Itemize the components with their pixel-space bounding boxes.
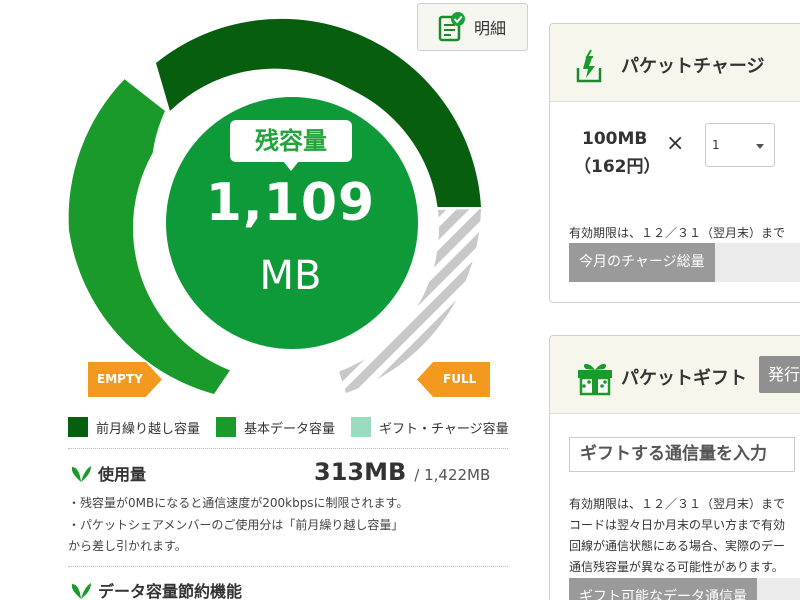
legend-label: ギフト・チャージ容量 bbox=[379, 421, 509, 437]
usage-total: / 1,422MB bbox=[414, 466, 491, 484]
usage-used: 313MB bbox=[314, 458, 407, 486]
remaining-unit: MB bbox=[259, 253, 322, 299]
legend-item-carryover: 前月繰り越し容量 bbox=[68, 417, 200, 437]
legend-item-basic: 基本データ容量 bbox=[216, 417, 335, 437]
usage-note-1: ・残容量が0MBになると通信速度が200kbpsに制限されます。 bbox=[68, 496, 409, 510]
charge-size-price-line: （162円） bbox=[574, 157, 661, 177]
legend-label: 基本データ容量 bbox=[244, 421, 336, 437]
legend-swatch-carryover bbox=[68, 417, 88, 437]
gift-note-line: コードは翌々日か月末の早い方まで有効 bbox=[569, 518, 786, 532]
legend-swatch-basic bbox=[216, 417, 237, 437]
gift-note-line: 回線が通信状態にある場合、実際のデー bbox=[569, 539, 786, 553]
gift-box-icon bbox=[578, 363, 612, 396]
packet-charge-title: パケットチャージ bbox=[621, 56, 765, 77]
chevron-down-icon bbox=[756, 144, 764, 149]
remaining-label-bubble: 残容量 bbox=[230, 120, 352, 171]
gauge-legend: 前月繰り越し容量 基本データ容量 ギフト・チャージ容量 bbox=[68, 417, 525, 437]
gift-notes: 有効期限は、１２／３１（翌月末）まで コードは翌々日か月末の早い方まで有効 回線… bbox=[569, 494, 800, 578]
charge-size-abs: 100MB （162円） bbox=[574, 125, 661, 181]
legend-label: 前月繰り越し容量 bbox=[96, 421, 201, 437]
divider bbox=[68, 566, 508, 567]
divider bbox=[68, 448, 508, 449]
usage-heading: 使用量 bbox=[70, 461, 146, 485]
usage-note-3: から差し引かれます。 bbox=[68, 539, 187, 553]
legend-swatch-gift bbox=[351, 417, 372, 437]
charge-expiry: 有効期限は、１２／３１（翌月末）まで bbox=[569, 226, 786, 240]
saving-heading: データ容量節約機能 bbox=[70, 578, 242, 600]
gift-available-label: ギフト可能なデータ通信量 bbox=[569, 578, 757, 600]
gift-note-line: 有効期限は、１２／３１（翌月末）まで bbox=[569, 497, 786, 511]
leaf-icon bbox=[71, 466, 91, 482]
gauge-text: 残容量 1,109 MB bbox=[168, 118, 440, 358]
charge-total-label: 今月のチャージ総量 bbox=[569, 243, 715, 282]
packet-gift-title: パケットギフト bbox=[621, 368, 747, 389]
issue-button[interactable]: 発行 bbox=[759, 356, 800, 393]
legend-item-gift: ギフト・チャージ容量 bbox=[351, 417, 509, 437]
usage-title: 使用量 bbox=[98, 465, 147, 484]
gift-note-line: 通信残容量が異なる可能性があります。 bbox=[569, 560, 784, 574]
gift-amount-input[interactable]: ギフトする通信量を入力 bbox=[569, 437, 795, 472]
charge-quantity-value: 1 bbox=[712, 138, 720, 152]
times-sign: × bbox=[666, 131, 685, 156]
usage-value: 313MB / 1,422MB bbox=[314, 458, 490, 486]
charge-size-mb-line: 100MB bbox=[582, 129, 648, 149]
usage-note-2: ・パケットシェアメンバーのご使用分は「前月繰り越し容量」 bbox=[68, 518, 404, 532]
saving-title: データ容量節約機能 bbox=[98, 582, 243, 600]
gift-available-bar: ギフト可能なデータ通信量 bbox=[569, 578, 800, 600]
charge-total-bar: 今月のチャージ総量 bbox=[569, 243, 800, 282]
packet-charge-header: パケットチャージ bbox=[550, 24, 800, 102]
charge-quantity-select[interactable]: 1 bbox=[705, 123, 775, 167]
charge-bolt-icon bbox=[576, 49, 602, 83]
leaf-icon bbox=[71, 583, 91, 599]
remaining-value: 1,109 bbox=[205, 173, 376, 233]
